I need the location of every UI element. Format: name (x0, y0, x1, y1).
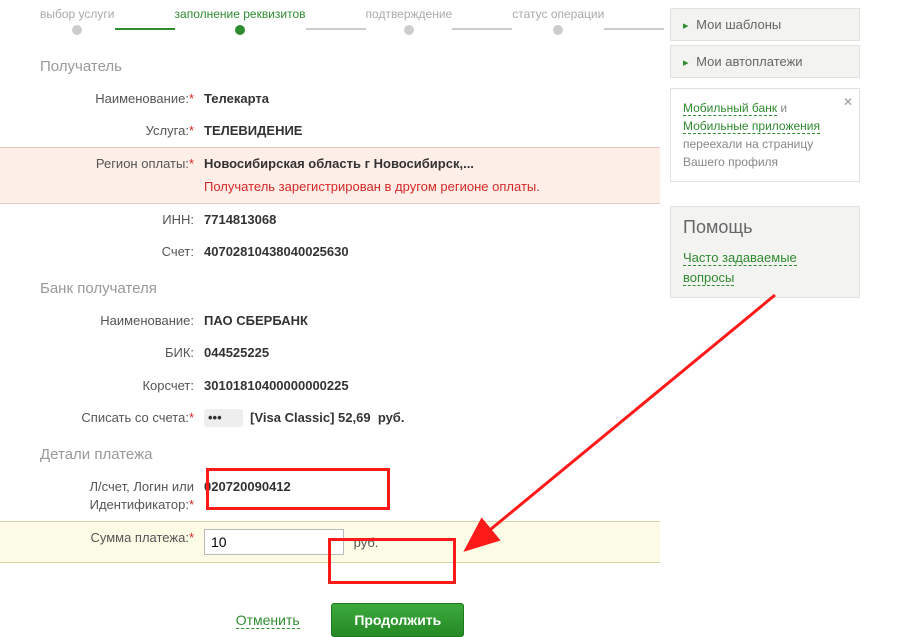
help-panel: Помощь Часто задаваемые вопросы (670, 206, 860, 298)
faq-link[interactable]: Часто задаваемые вопросы (683, 250, 797, 286)
value-korr: 30101810400000000225 (200, 377, 660, 395)
sidebar-templates[interactable]: Мои шаблоны (670, 8, 860, 41)
value-ident: 020720090412 (200, 478, 660, 496)
step-3-dot (404, 25, 414, 35)
value-region: Новосибирская область г Новосибирск,... (204, 156, 474, 171)
bank-section-title: Банк получателя (40, 280, 660, 297)
row-bank-name: Наименование: ПАО СБЕРБАНК (40, 305, 660, 337)
value-from-account-card: [Visa Classic] 52,69 (250, 410, 370, 425)
row-amount: Сумма платежа:* руб. (40, 522, 660, 562)
mobile-bank-link[interactable]: Мобильный банк (683, 101, 777, 116)
row-inn: ИНН: 7714813068 (40, 204, 660, 236)
row-name: Наименование:* Телекарта (40, 83, 660, 115)
sidebar-autopay[interactable]: Мои автоплатежи (670, 45, 860, 78)
value-bik: 044525225 (200, 344, 660, 362)
step-2-label: заполнение реквизитов (175, 7, 306, 21)
row-service: Услуга:* ТЕЛЕВИДЕНИЕ (40, 115, 660, 147)
rub-label: руб. (354, 535, 379, 550)
cancel-link[interactable]: Отменить (236, 612, 300, 629)
amount-input[interactable] (204, 529, 344, 555)
row-korr: Корсчет: 30101810400000000225 (40, 370, 660, 402)
value-name: Телекарта (200, 90, 660, 108)
recipient-section-title: Получатель (40, 58, 660, 75)
step-1-dot (72, 25, 82, 35)
sidebar-notice: ✕ Мобильный банк и Мобильные приложения … (670, 88, 860, 182)
details-section-title: Детали платежа (40, 446, 660, 463)
row-account: Счет: 40702810438040025630 (40, 236, 660, 268)
value-service: ТЕЛЕВИДЕНИЕ (200, 122, 660, 140)
continue-button[interactable]: Продолжить (331, 603, 464, 637)
row-ident: Л/счет, Логин или Идентификатор:* 020720… (40, 471, 660, 521)
step-3-label: подтверждение (366, 7, 453, 21)
close-icon[interactable]: ✕ (843, 93, 853, 111)
step-4-dot (553, 25, 563, 35)
step-4-label: статус операции (512, 7, 604, 21)
step-2-dot (235, 25, 245, 35)
value-bank-name: ПАО СБЕРБАНК (200, 312, 660, 330)
value-account: 40702810438040025630 (200, 243, 660, 261)
step-1-label: выбор услуги (40, 7, 115, 21)
help-title: Помощь (683, 217, 847, 238)
row-bik: БИК: 044525225 (40, 337, 660, 369)
stepper: выбор услуги заполнение реквизитов подтв… (40, 8, 660, 34)
card-mask-icon: ••• (204, 409, 243, 427)
region-warning: Получатель зарегистрирован в другом реги… (204, 178, 660, 196)
row-region: Регион оплаты:* Новосибирская область г … (40, 148, 660, 202)
row-from-account: Списать со счета:* ••• [Visa Classic] 52… (40, 402, 660, 434)
mobile-apps-link[interactable]: Мобильные приложения (683, 119, 820, 134)
value-inn: 7714813068 (200, 211, 660, 229)
